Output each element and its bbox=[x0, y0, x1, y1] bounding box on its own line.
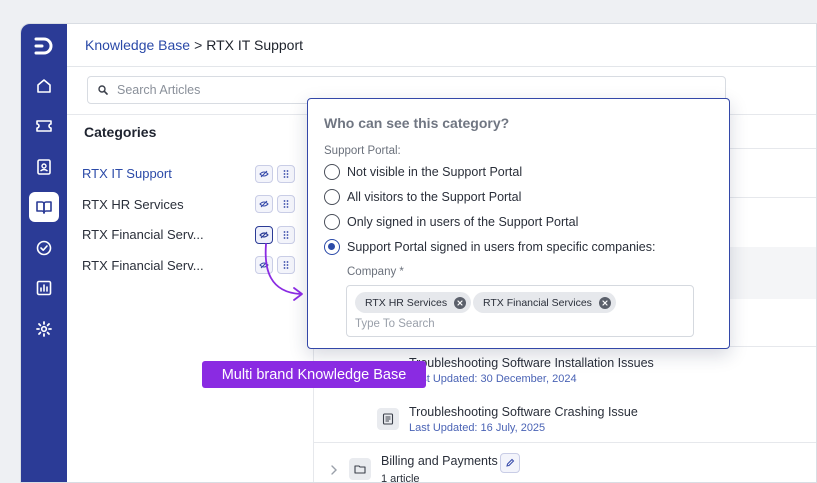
article-updated: Last Updated: 30 December, 2024 bbox=[409, 373, 577, 385]
company-chip: RTX Financial Services bbox=[473, 292, 616, 313]
breadcrumb-parent-link[interactable]: Knowledge Base bbox=[85, 37, 190, 53]
grip-icon bbox=[283, 170, 289, 178]
option-label: Support Portal signed in users from spec… bbox=[347, 240, 656, 254]
popover-title: Who can see this category? bbox=[324, 115, 510, 131]
sidebar-item-tickets[interactable] bbox=[29, 111, 59, 141]
search-icon bbox=[98, 85, 108, 95]
radio-button[interactable] bbox=[324, 214, 340, 230]
sidebar-item-reports[interactable] bbox=[29, 273, 59, 303]
contact-icon bbox=[37, 159, 51, 175]
visibility-icon bbox=[259, 231, 269, 239]
option-label: Only signed in users of the Support Port… bbox=[347, 215, 579, 229]
category-label: RTX Financial Serv... bbox=[82, 226, 204, 242]
sidebar-item-knowledge-base[interactable] bbox=[29, 192, 59, 222]
row-divider bbox=[314, 442, 816, 443]
app-frame: Knowledge Base > RTX IT Support Search A… bbox=[0, 0, 817, 483]
document-icon bbox=[382, 413, 394, 425]
support-portal-label: Support Portal: bbox=[324, 145, 401, 157]
folder-article-count: 1 article bbox=[381, 473, 420, 483]
article-updated: Last Updated: 16 July, 2025 bbox=[409, 422, 546, 434]
sidebar-item-tasks[interactable] bbox=[29, 233, 59, 263]
edit-folder-button[interactable] bbox=[500, 453, 520, 473]
check-circle-icon bbox=[36, 240, 52, 256]
category-label: RTX Financial Serv... bbox=[82, 257, 204, 273]
option-label: All visitors to the Support Portal bbox=[347, 190, 522, 204]
article-title[interactable]: Troubleshooting Software Crashing Issue bbox=[409, 405, 638, 419]
sidebar bbox=[21, 24, 67, 482]
close-icon bbox=[602, 299, 608, 306]
reports-icon bbox=[36, 280, 52, 296]
category-label: RTX IT Support bbox=[82, 165, 172, 181]
pencil-icon bbox=[506, 458, 515, 467]
sidebar-item-home[interactable] bbox=[29, 71, 59, 101]
category-label: RTX HR Services bbox=[82, 196, 184, 212]
sidebar-item-contacts[interactable] bbox=[29, 152, 59, 182]
radio-button-selected[interactable] bbox=[324, 239, 340, 255]
chip-label: RTX HR Services bbox=[365, 296, 448, 309]
search-placeholder: Search Articles bbox=[117, 83, 201, 97]
visibility-option[interactable]: All visitors to the Support Portal bbox=[324, 189, 521, 205]
breadcrumb: Knowledge Base > RTX IT Support bbox=[67, 24, 816, 67]
settings-icon bbox=[36, 321, 52, 337]
home-icon bbox=[37, 79, 51, 93]
remove-chip-button[interactable] bbox=[454, 296, 467, 309]
folder-name[interactable]: Billing and Payments bbox=[381, 454, 498, 468]
remove-chip-button[interactable] bbox=[598, 296, 611, 309]
article-title[interactable]: Troubleshooting Software Installation Is… bbox=[409, 356, 654, 370]
folder-icon bbox=[354, 465, 366, 474]
grip-icon bbox=[283, 200, 289, 208]
visibility-button[interactable] bbox=[255, 165, 273, 183]
sidebar-item-settings[interactable] bbox=[29, 314, 59, 344]
visibility-option[interactable]: Support Portal signed in users from spec… bbox=[324, 239, 655, 255]
multi-brand-callout: Multi brand Knowledge Base bbox=[202, 361, 426, 388]
ticket-icon bbox=[36, 120, 52, 132]
company-chip: RTX HR Services bbox=[355, 292, 472, 313]
company-label: Company * bbox=[347, 266, 404, 278]
option-label: Not visible in the Support Portal bbox=[347, 165, 523, 179]
company-multiselect[interactable]: RTX HR Services RTX Financial Services T… bbox=[346, 285, 694, 337]
categories-heading: Categories bbox=[84, 124, 157, 140]
company-search-placeholder[interactable]: Type To Search bbox=[355, 318, 435, 330]
article-icon bbox=[377, 408, 399, 430]
breadcrumb-separator: > bbox=[194, 37, 203, 53]
visibility-icon bbox=[259, 200, 269, 208]
visibility-icon bbox=[259, 170, 269, 178]
knowledge-base-icon bbox=[36, 201, 52, 214]
annotation-arrow-icon bbox=[264, 243, 303, 301]
radio-button[interactable] bbox=[324, 189, 340, 205]
close-icon bbox=[457, 299, 463, 306]
chevron-right-icon[interactable] bbox=[330, 464, 338, 476]
visibility-popover: Who can see this category? Support Porta… bbox=[307, 98, 730, 349]
folder-icon-wrap bbox=[349, 458, 371, 480]
drag-handle[interactable] bbox=[277, 165, 295, 183]
visibility-button[interactable] bbox=[255, 195, 273, 213]
grip-icon bbox=[283, 231, 289, 239]
visibility-option[interactable]: Not visible in the Support Portal bbox=[324, 164, 522, 180]
drag-handle[interactable] bbox=[277, 195, 295, 213]
visibility-option[interactable]: Only signed in users of the Support Port… bbox=[324, 214, 578, 230]
radio-button[interactable] bbox=[324, 164, 340, 180]
logo-icon[interactable] bbox=[33, 35, 55, 57]
breadcrumb-current: RTX IT Support bbox=[206, 37, 304, 53]
chip-label: RTX Financial Services bbox=[483, 296, 592, 309]
